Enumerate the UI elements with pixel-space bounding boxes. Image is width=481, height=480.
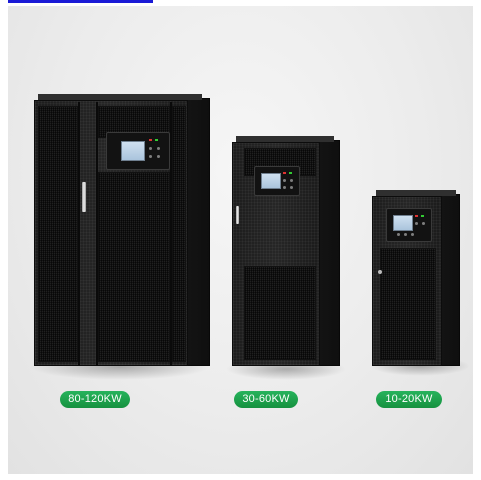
capacity-label-medium: 30-60KW xyxy=(234,391,298,408)
control-panel xyxy=(254,166,300,196)
door-handle xyxy=(82,182,86,212)
lcd-screen xyxy=(121,141,145,161)
product-photo: 80-120KW 30-60KW 10-20KW xyxy=(8,6,473,474)
door-lock xyxy=(378,270,382,274)
control-panel xyxy=(386,208,432,242)
control-panel xyxy=(106,132,170,170)
top-link-bar[interactable] xyxy=(8,0,153,3)
capacity-label-small: 10-20KW xyxy=(376,391,442,408)
capacity-label-large: 80-120KW xyxy=(60,391,130,408)
ups-cabinet-large xyxy=(34,94,210,366)
door-handle xyxy=(236,206,239,224)
lcd-screen xyxy=(393,215,413,231)
ups-cabinet-small xyxy=(372,190,460,366)
ups-cabinet-medium xyxy=(232,136,340,366)
lcd-screen xyxy=(261,173,281,189)
